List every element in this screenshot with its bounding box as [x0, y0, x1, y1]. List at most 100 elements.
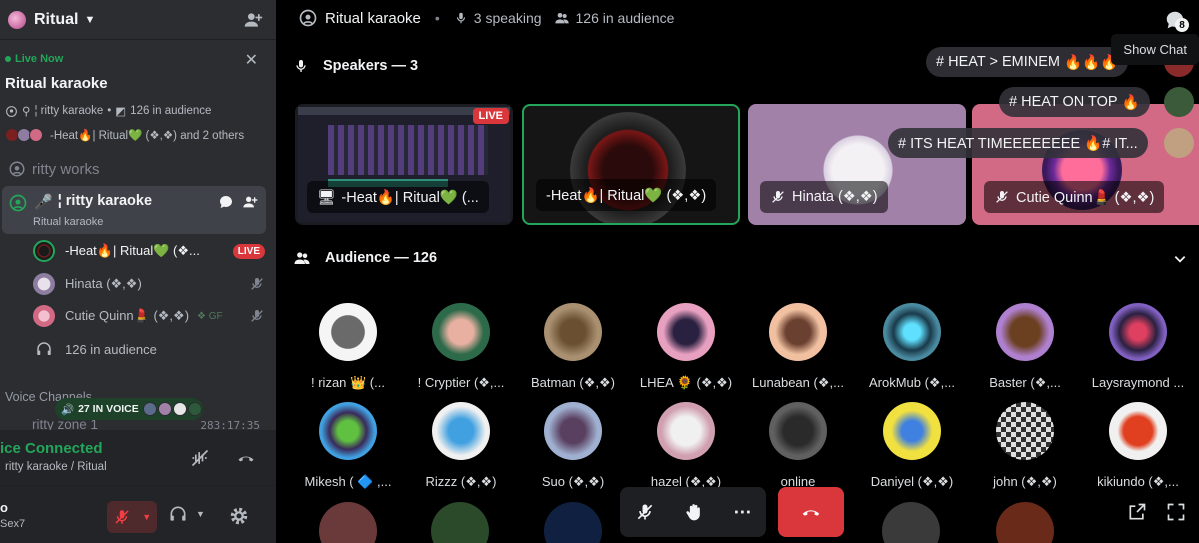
channel-ritty-works[interactable]: ritty works — [0, 156, 276, 182]
audience-member[interactable]: kikiundo (❖,... — [1082, 402, 1194, 490]
avatar — [1109, 303, 1167, 361]
speaker-tile-screenshare[interactable]: LIVE 🖥 -Heat🔥| Ritual💚 (... — [295, 104, 513, 225]
fire-emoji-icon: 🔥🔥🔥 — [1063, 54, 1119, 71]
raise-hand-icon[interactable] — [684, 502, 704, 522]
avatar[interactable] — [319, 502, 377, 543]
audience-member[interactable]: Laysraymond ... — [1082, 303, 1194, 390]
channel-ritty-karaoke[interactable]: 🎤 ¦ ritty karaoke Ritual karaoke — [2, 186, 266, 234]
stage-icon — [9, 194, 27, 212]
audience-header: Audience — 126 — [293, 249, 437, 267]
avatar[interactable] — [431, 502, 489, 543]
avatar — [142, 402, 157, 416]
unread-badge: 8 — [1175, 18, 1189, 32]
audience-member[interactable]: LHEA 🌻 (❖,❖) — [630, 303, 742, 391]
live-stage-people: -Heat🔥| Ritual💚 (❖,❖) and 2 others — [5, 128, 244, 142]
audience-member[interactable]: Rizzz (❖,❖) — [405, 402, 517, 490]
avatar — [432, 303, 490, 361]
live-stage-card[interactable]: Live Now ✕ Ritual karaoke ⚲ ¦ ritty kara… — [0, 46, 276, 150]
close-icon[interactable]: ✕ — [245, 50, 258, 70]
voice-connection-panel: ice Connected ritty karaoke / Ritual — [0, 430, 276, 486]
avatar — [1109, 402, 1167, 460]
chat-bubble: # HEAT > EMINEM 🔥🔥🔥 — [926, 47, 1129, 77]
avatar — [33, 273, 55, 295]
audience-member[interactable]: Batman (❖,❖) — [517, 303, 629, 391]
tag-icon: ❖ — [197, 310, 206, 322]
channel-sidebar: Ritual ▼ Live Now ✕ Ritual karaoke ⚲ ¦ r… — [0, 0, 276, 543]
stage-icon — [6, 105, 17, 117]
mic-muted-icon — [996, 191, 1008, 203]
speaker-tile-hinata[interactable]: Hinata (❖,❖) — [748, 104, 966, 225]
chevron-down-icon[interactable]: ▼ — [142, 512, 151, 522]
speaker-name-label: -Heat🔥| Ritual💚 (❖,❖) — [536, 179, 717, 211]
chevron-down-icon[interactable]: ▼ — [196, 509, 205, 519]
people-icon — [294, 252, 310, 264]
chat-bubble: # ITS HEAT TIMEEEEEEEE 🔥# IT... — [888, 128, 1148, 158]
server-header[interactable]: Ritual ▼ — [0, 0, 276, 40]
avatar[interactable] — [544, 502, 602, 543]
audience-member[interactable]: Mikesh ( 🔷 ,... — [292, 402, 404, 490]
live-badge: LIVE — [232, 243, 265, 259]
speaking-count: 3 speaking — [454, 10, 542, 26]
mic-muted-icon — [772, 191, 784, 203]
speaker-tile-cutie-quinn[interactable]: Cutie Quinn💄 (❖,❖) — [972, 104, 1199, 225]
voice-connected-channel[interactable]: ritty karaoke / Ritual — [5, 461, 107, 473]
speaker-icon: 🔊 — [61, 403, 75, 416]
audience-member[interactable]: Lunabean (❖,... — [742, 303, 854, 391]
audience-count-item[interactable]: 126 in audience — [33, 336, 265, 362]
voice-connected-status[interactable]: ice Connected — [0, 440, 103, 457]
audience-member[interactable]: ArokMub (❖,... — [856, 303, 968, 391]
mic-muted-icon[interactable] — [635, 502, 655, 522]
avatar — [29, 128, 43, 142]
chat-bubble-icon[interactable] — [218, 194, 234, 210]
avatar — [319, 303, 377, 361]
avatar[interactable] — [882, 502, 940, 543]
speaker-tile-heat[interactable]: -Heat🔥| Ritual💚 (❖,❖) — [522, 104, 740, 225]
chevron-down-icon: ▼ — [84, 13, 96, 26]
pop-out-icon[interactable] — [1127, 502, 1147, 522]
mic-muted-icon — [251, 278, 263, 290]
avatar — [883, 402, 941, 460]
chevron-down-icon[interactable] — [1173, 252, 1187, 266]
guild-tag: ❖ GF — [197, 310, 223, 322]
channel-actions — [218, 194, 258, 210]
member-item[interactable]: Hinata (❖,❖) — [33, 271, 265, 297]
deafen-button[interactable]: ▼ — [168, 504, 205, 524]
avatar — [544, 303, 602, 361]
audience-member[interactable]: Suo (❖,❖) — [517, 402, 629, 490]
avatar — [1164, 87, 1194, 117]
gear-icon[interactable] — [228, 505, 250, 527]
mute-mic-button[interactable]: ▼ — [107, 501, 157, 533]
audience-member[interactable]: Daniyel (❖,❖) — [856, 402, 968, 490]
username[interactable]: o — [0, 500, 8, 515]
invite-member-icon[interactable] — [242, 194, 258, 210]
avatar — [172, 402, 187, 416]
live-now-label: Live Now — [5, 53, 63, 65]
stage-icon — [299, 9, 317, 27]
stage-title: Ritual karaoke — [325, 9, 421, 27]
audience-member[interactable]: online — [742, 402, 854, 489]
avatar — [33, 305, 55, 327]
invite-member-icon[interactable] — [242, 10, 264, 30]
server-logo — [8, 10, 26, 29]
user-tag: Sex7 — [0, 518, 26, 530]
avatar — [657, 402, 715, 460]
audience-member[interactable]: ! rizan 👑 (... — [292, 303, 404, 391]
fullscreen-icon[interactable] — [1166, 502, 1186, 522]
avatar — [996, 303, 1054, 361]
member-item[interactable]: Cutie Quinn💄 (❖,❖) ❖ GF — [33, 303, 265, 329]
show-chat-tooltip: Show Chat — [1111, 34, 1199, 65]
noise-suppression-icon[interactable] — [190, 448, 210, 468]
microphone-icon — [296, 60, 306, 72]
avatar[interactable] — [996, 502, 1054, 543]
leave-stage-button[interactable] — [778, 487, 844, 537]
avatar — [544, 402, 602, 460]
audience-member[interactable]: john (❖,❖) — [969, 402, 1081, 490]
in-voice-pill[interactable]: 🔊 27 IN VOICE — [55, 398, 203, 420]
audience-member[interactable]: ! Cryptier (❖,... — [405, 303, 517, 391]
more-options-icon[interactable]: ⋯ — [733, 502, 751, 523]
disconnect-icon[interactable] — [236, 448, 256, 468]
member-item[interactable]: -Heat🔥| Ritual💚 (❖... LIVE — [33, 238, 265, 264]
audience-member[interactable]: hazel (❖,❖) — [630, 402, 742, 490]
audience-count: 126 in audience — [554, 10, 674, 26]
audience-member[interactable]: Baster (❖,... — [969, 303, 1081, 391]
